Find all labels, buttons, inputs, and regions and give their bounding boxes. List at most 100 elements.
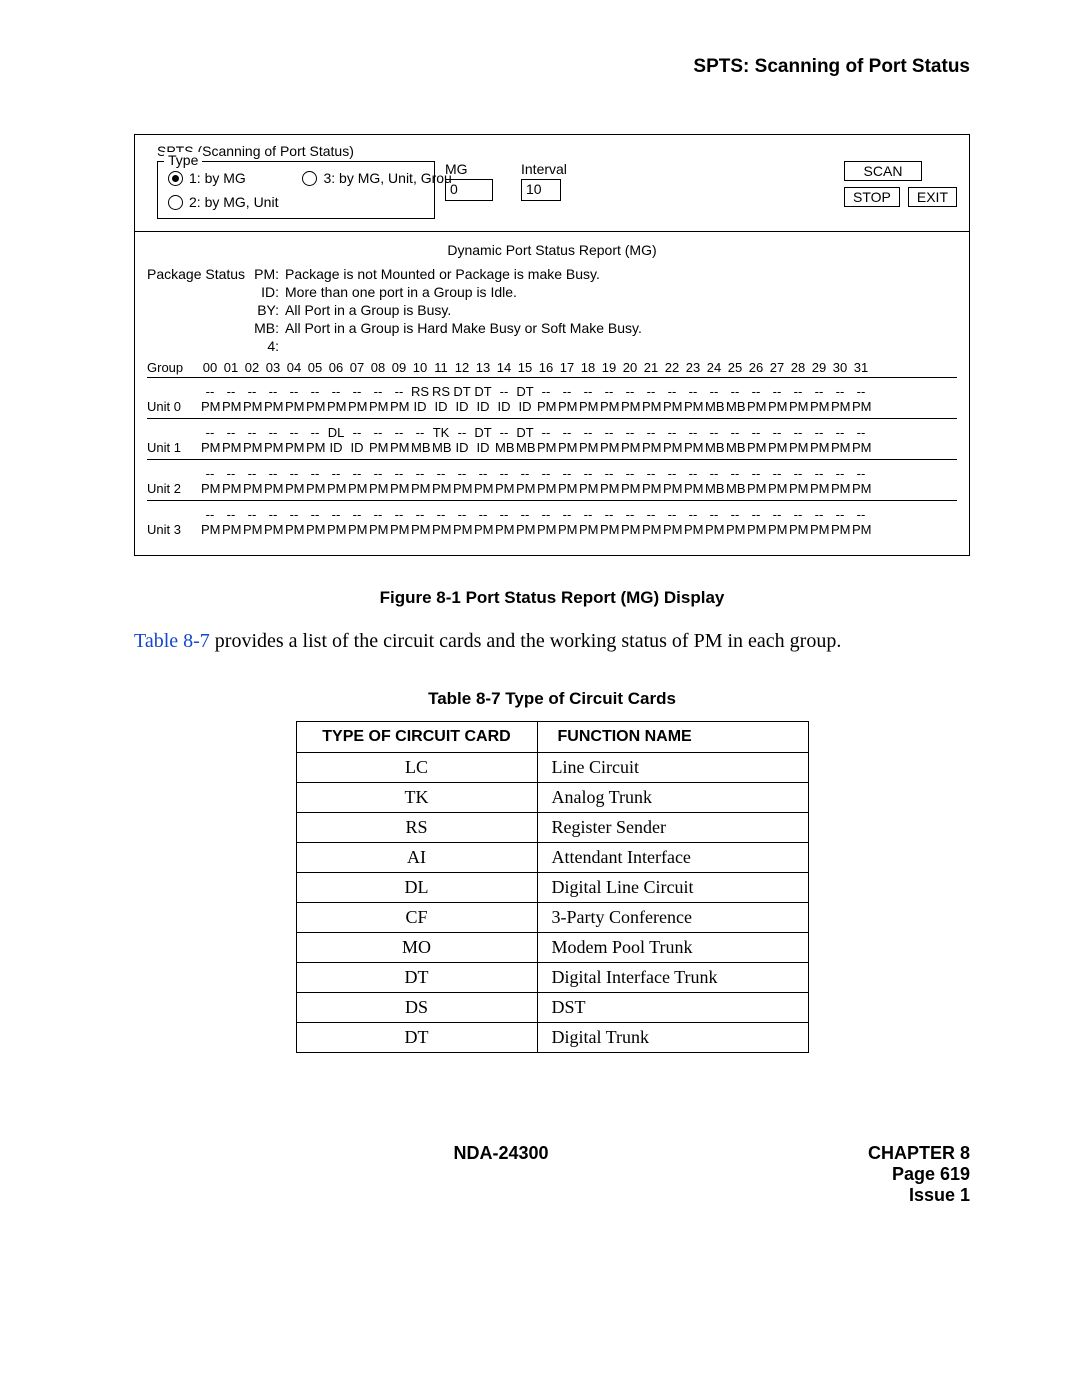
status-cell: -- [390,466,408,481]
status-cell: TK [432,425,450,440]
group-col-header: 12 [453,360,471,375]
status-cell: PM [621,399,639,414]
status-cell: PM [831,399,849,414]
status-cell: -- [705,507,723,522]
status-cell: -- [852,507,870,522]
status-cell: PM [369,399,387,414]
status-cell: -- [348,466,366,481]
radio-by-mg-unit-group[interactable]: 3: by MG, Unit, Grou [302,170,451,186]
unit-label-spacer [147,466,201,481]
legend-key: BY: [251,302,279,318]
status-cell: PM [768,440,786,455]
figure-caption: Figure 8-1 Port Status Report (MG) Displ… [134,588,970,608]
unit-label-spacer [147,384,201,399]
status-cell: -- [852,425,870,440]
status-cell: -- [264,384,282,399]
status-cell: -- [600,507,618,522]
status-cell: PM [453,522,471,537]
status-cell: -- [327,507,345,522]
status-cell: -- [642,466,660,481]
group-col-header: 10 [411,360,429,375]
status-cell: -- [768,507,786,522]
status-cell: -- [411,425,429,440]
status-cell: PM [285,481,303,496]
status-cell: PM [768,481,786,496]
status-cell: -- [537,384,555,399]
status-cell: PM [306,481,324,496]
status-cell: -- [285,425,303,440]
status-cell: PM [222,481,240,496]
status-cell: -- [558,466,576,481]
status-cell: -- [495,466,513,481]
status-cell: -- [831,466,849,481]
group-col-header: 09 [390,360,408,375]
group-col-header: 13 [474,360,492,375]
status-cell: -- [369,384,387,399]
status-cell: -- [264,425,282,440]
status-cell: PM [789,522,807,537]
exit-button[interactable]: EXIT [908,187,957,207]
status-cell: PM [537,440,555,455]
table-row: DSDST [296,993,808,1023]
status-cell: PM [474,481,492,496]
status-cell: -- [831,384,849,399]
status-cell: PM [831,481,849,496]
status-cell: PM [201,399,219,414]
status-cell: -- [537,425,555,440]
status-cell: -- [768,425,786,440]
radio-by-mg-unit[interactable]: 2: by MG, Unit [168,194,278,210]
status-cell: -- [327,384,345,399]
group-header-row: Group 0001020304050607080910111213141516… [147,360,957,378]
report-title: Dynamic Port Status Report (MG) [147,242,957,258]
status-cell: PM [810,440,828,455]
card-type-cell: CF [296,903,537,933]
status-cell: PM [831,522,849,537]
group-label: Group [147,360,201,375]
status-cell: -- [642,425,660,440]
card-function-cell: Digital Trunk [537,1023,808,1053]
status-cell: ID [495,399,513,414]
status-cell: PM [789,440,807,455]
status-cell: -- [453,507,471,522]
group-col-header: 11 [432,360,450,375]
status-cell: PM [264,522,282,537]
status-cell: -- [474,466,492,481]
package-status-label: Package Status [147,266,251,354]
unit-label: Unit 2 [147,481,201,496]
status-cell: PM [810,399,828,414]
status-cell: PM [243,440,261,455]
status-cell: PM [369,481,387,496]
scan-button[interactable]: SCAN [844,161,922,181]
status-cell: -- [222,384,240,399]
radio-by-mg[interactable]: 1: by MG [168,170,278,186]
status-cell: PM [600,522,618,537]
unit-label: Unit 3 [147,522,201,537]
group-col-header: 14 [495,360,513,375]
status-cell: -- [789,507,807,522]
status-cell: PM [516,481,534,496]
card-type-cell: LC [296,753,537,783]
status-cell: -- [768,384,786,399]
status-cell: -- [369,466,387,481]
interval-input[interactable]: 10 [521,179,561,201]
card-function-cell: Analog Trunk [537,783,808,813]
status-cell: -- [726,425,744,440]
status-cell: -- [411,507,429,522]
card-type-cell: TK [296,783,537,813]
table-link[interactable]: Table 8-7 [134,630,210,652]
status-cell: PM [810,481,828,496]
status-cell: -- [810,507,828,522]
status-cell: -- [726,507,744,522]
status-cell: PM [222,522,240,537]
status-cell: PM [789,481,807,496]
status-cell: -- [747,507,765,522]
status-cell: -- [810,384,828,399]
status-cell: PM [285,440,303,455]
status-cell: PM [621,481,639,496]
status-cell: ID [432,399,450,414]
unit-label-spacer [147,425,201,440]
stop-button[interactable]: STOP [844,187,900,207]
status-cell: PM [390,399,408,414]
status-cell: PM [348,522,366,537]
mg-input[interactable]: 0 [445,179,493,201]
